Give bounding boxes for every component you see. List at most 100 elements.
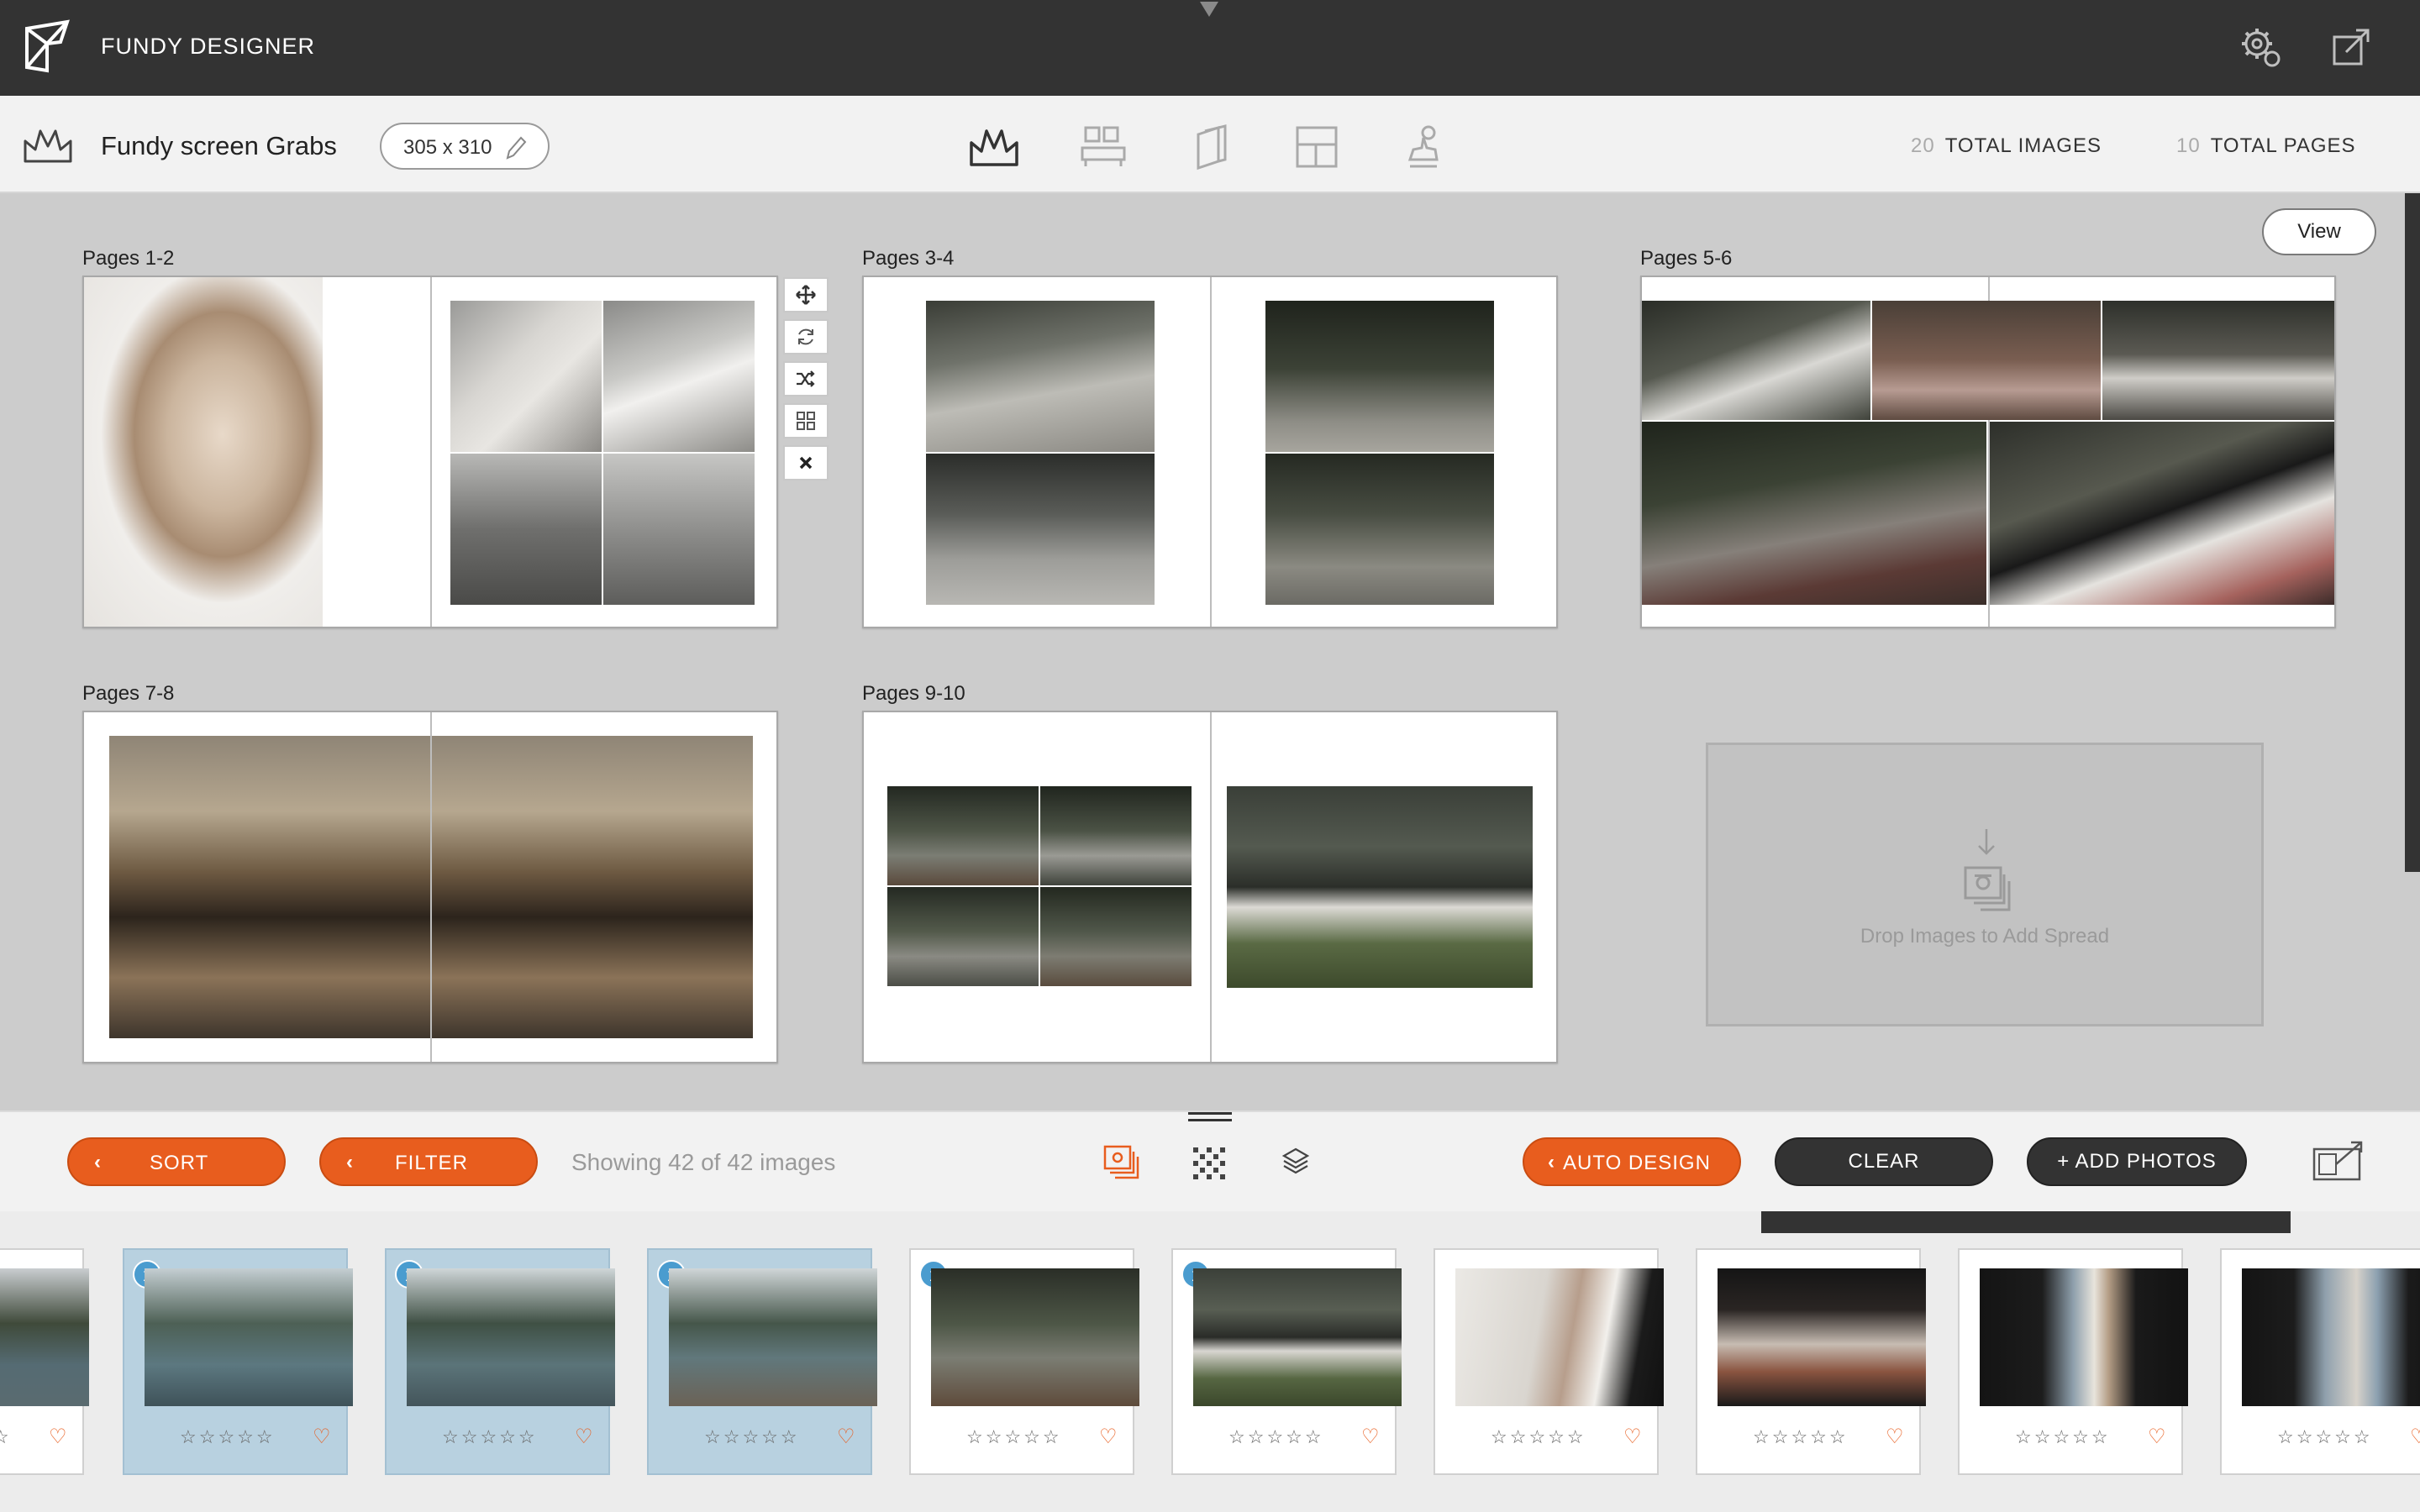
thumb-image: [2242, 1268, 2420, 1406]
spread-photo[interactable]: [450, 454, 602, 605]
favorite-heart-icon[interactable]: ♡: [49, 1425, 67, 1449]
project-name[interactable]: Fundy screen Grabs: [101, 131, 337, 161]
filmstrip-thumb[interactable]: 1 ☆☆☆☆☆ ♡: [1171, 1248, 1402, 1475]
spread-fold: [1210, 277, 1212, 627]
album-size-pill[interactable]: 305 x 310: [380, 123, 550, 170]
images-view-icon[interactable]: [1102, 1144, 1141, 1181]
rotate-tool[interactable]: [783, 319, 829, 354]
mosaic-grid-icon[interactable]: [1190, 1144, 1228, 1183]
favorite-heart-icon[interactable]: ♡: [837, 1425, 855, 1449]
rating-stars[interactable]: ☆☆☆☆☆: [0, 1426, 12, 1448]
close-icon: [799, 456, 813, 470]
sort-button[interactable]: ‹ SORT: [67, 1137, 286, 1186]
drop-images-zone[interactable]: Drop Images to Add Spread: [1706, 743, 2264, 1026]
rating-stars[interactable]: ☆☆☆☆☆: [1491, 1426, 1586, 1448]
thumb-image: [1193, 1268, 1402, 1406]
cards-icon[interactable]: [1185, 123, 1237, 171]
spread-pages-5-6[interactable]: [1640, 276, 2336, 628]
spread-tools: [783, 277, 830, 487]
bottom-toolbar: ‹ SORT ‹ FILTER Showing 42 of 42 images …: [0, 1110, 2420, 1211]
favorite-heart-icon[interactable]: ♡: [1361, 1425, 1380, 1449]
favorite-heart-icon[interactable]: ♡: [2410, 1425, 2420, 1449]
chevron-left-icon: ‹: [94, 1151, 102, 1173]
rating-stars[interactable]: ☆☆☆☆☆: [2277, 1426, 2373, 1448]
spread-photo[interactable]: [1642, 301, 1870, 420]
filmstrip-thumb[interactable]: 1 ☆☆☆☆☆ ♡: [647, 1248, 877, 1475]
spread-photo[interactable]: [450, 301, 602, 452]
clear-button[interactable]: CLEAR: [1775, 1137, 1993, 1186]
filmstrip-thumb[interactable]: 1 ☆☆☆☆☆ ♡: [909, 1248, 1139, 1475]
total-pages-count: 10: [2176, 134, 2201, 157]
grid-tool[interactable]: [783, 403, 829, 438]
album-mode-icon[interactable]: [968, 123, 1020, 171]
filter-button[interactable]: ‹ FILTER: [319, 1137, 538, 1186]
spread-photo[interactable]: [1990, 422, 2334, 605]
rating-stars[interactable]: ☆☆☆☆☆: [442, 1426, 538, 1448]
wall-display-icon[interactable]: [1077, 123, 1129, 171]
delete-tool[interactable]: [783, 445, 829, 480]
rating-stars[interactable]: ☆☆☆☆☆: [704, 1426, 800, 1448]
shuffle-tool[interactable]: [783, 361, 829, 396]
filmstrip-thumb[interactable]: ☆☆☆☆☆ ♡: [1434, 1248, 1664, 1475]
spread-photo[interactable]: [1265, 454, 1494, 605]
spread-photo[interactable]: [603, 301, 755, 452]
external-window-icon[interactable]: [2329, 25, 2373, 69]
favorite-heart-icon[interactable]: ♡: [1623, 1425, 1642, 1449]
resize-handle[interactable]: [1188, 1112, 1232, 1124]
rating-stars[interactable]: ☆☆☆☆☆: [1228, 1426, 1324, 1448]
thumb-image: [0, 1268, 89, 1406]
filmstrip-thumb[interactable]: ☆☆☆☆☆ ♡: [1696, 1248, 1926, 1475]
spread-photo[interactable]: [1040, 786, 1192, 885]
spread-photo[interactable]: [84, 277, 323, 627]
total-pages-label: TOTAL PAGES: [2210, 134, 2356, 157]
auto-design-button[interactable]: ‹ AUTO DESIGN: [1523, 1137, 1741, 1186]
spread-photo[interactable]: [887, 786, 1039, 885]
filmstrip-thumb[interactable]: ☆☆☆☆☆ ♡: [1958, 1248, 2188, 1475]
stamp-icon[interactable]: [1398, 123, 1450, 171]
settings-icon[interactable]: [2238, 25, 2282, 69]
filmstrip-thumb[interactable]: ☆☆☆☆☆ ♡: [2220, 1248, 2420, 1475]
spread-photo[interactable]: [887, 887, 1039, 986]
showing-count-text: Showing 42 of 42 images: [571, 1149, 836, 1175]
spread-photo[interactable]: [1227, 786, 1533, 988]
total-images-stat: 20 TOTAL IMAGES: [1911, 134, 2102, 158]
favorite-heart-icon[interactable]: ♡: [1886, 1425, 1904, 1449]
favorite-heart-icon[interactable]: ♡: [1099, 1425, 1118, 1449]
rating-stars[interactable]: ☆☆☆☆☆: [2015, 1426, 2111, 1448]
spread-photo[interactable]: [926, 301, 1155, 452]
filmstrip-thumb[interactable]: 1 ☆☆☆☆☆ ♡: [123, 1248, 353, 1475]
thumb-image: [1980, 1268, 2188, 1406]
move-tool[interactable]: [783, 277, 829, 312]
filmstrip-scroll-indicator[interactable]: [1761, 1211, 2291, 1233]
add-photos-button[interactable]: + ADD PHOTOS: [2027, 1137, 2247, 1186]
arrow-down-icon: [1978, 829, 1995, 855]
spread-photo[interactable]: [603, 454, 755, 605]
workspace-scrollbar[interactable]: [2405, 193, 2420, 872]
filmstrip-thumb[interactable]: ☆☆☆☆☆ ♡: [0, 1248, 89, 1475]
spread-pages-9-10[interactable]: [862, 711, 1558, 1063]
rating-stars[interactable]: ☆☆☆☆☆: [966, 1426, 1062, 1448]
favorite-heart-icon[interactable]: ♡: [575, 1425, 593, 1449]
thumb-image: [1718, 1268, 1926, 1406]
spread-pages-7-8[interactable]: [82, 711, 778, 1063]
rating-stars[interactable]: ☆☆☆☆☆: [1753, 1426, 1849, 1448]
spread-photo[interactable]: [1265, 301, 1494, 452]
spread-label: Pages 5-6: [1640, 247, 1733, 270]
layout-grid-icon[interactable]: [1291, 123, 1343, 171]
rating-stars[interactable]: ☆☆☆☆☆: [180, 1426, 276, 1448]
filmstrip-thumb[interactable]: 1 ☆☆☆☆☆ ♡: [385, 1248, 615, 1475]
spread-pages-1-2[interactable]: [82, 276, 778, 628]
view-button[interactable]: View: [2262, 208, 2376, 255]
panel-toggle-arrow-icon[interactable]: [1200, 2, 1218, 17]
thumb-image: [407, 1268, 615, 1406]
spread-photo[interactable]: [1040, 887, 1192, 986]
spread-photo[interactable]: [1642, 422, 1986, 605]
spread-photo[interactable]: [1872, 301, 2101, 420]
pop-out-filmstrip-icon[interactable]: [2311, 1139, 2366, 1184]
spread-photo[interactable]: [926, 454, 1155, 605]
spread-pages-3-4[interactable]: [862, 276, 1558, 628]
favorite-heart-icon[interactable]: ♡: [313, 1425, 331, 1449]
favorite-heart-icon[interactable]: ♡: [2148, 1425, 2166, 1449]
layers-icon[interactable]: [1279, 1144, 1313, 1178]
spread-photo[interactable]: [2102, 301, 2334, 420]
